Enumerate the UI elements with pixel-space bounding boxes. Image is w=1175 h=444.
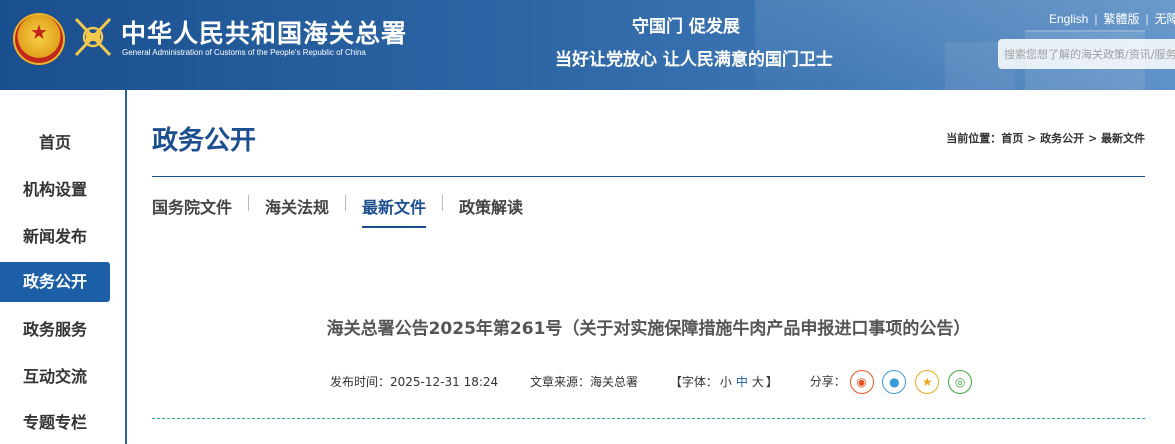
search-input[interactable] [998, 39, 1175, 69]
article-source: 文章来源：海关总署 [530, 373, 638, 390]
language-switcher: English | 繁體版 | 无障 [1049, 10, 1175, 27]
site-name[interactable]: 中华人民共和国海关总署 [121, 14, 407, 50]
font-size-close: 】 [765, 374, 778, 389]
site-name-english: General Administration of Customs of the… [122, 48, 366, 57]
article-title: 海关总署公告2025年第261号（关于对实施保障措施牛肉产品申报进口事项的公告） [326, 319, 971, 339]
publish-time: 发布时间：2025-12-31 18:24 [330, 373, 498, 390]
publish-time-value: 2025-12-31 18:24 [390, 374, 499, 389]
breadcrumb-home-link[interactable]: 首页 [1001, 132, 1023, 145]
divider [442, 195, 444, 211]
sidebar-item-services[interactable]: 政务服务 [0, 310, 110, 350]
national-emblem-icon: ★ [13, 13, 65, 65]
title-divider [152, 176, 1145, 177]
breadcrumb: 当前位置：首页 > 政务公开 > 最新文件 [946, 130, 1145, 146]
sidebar-item-topics[interactable]: 专题专栏 [0, 403, 110, 443]
lang-english-link[interactable]: English [1049, 12, 1088, 26]
divider [345, 195, 347, 211]
qq-icon[interactable]: ● [882, 370, 907, 394]
share-buttons: ◉ ● ★ ◎ [849, 370, 977, 394]
divider: | [1094, 12, 1098, 26]
tab-customs-regulations[interactable]: 海关法规 [265, 194, 329, 228]
source-value: 海关总署 [590, 374, 639, 389]
tab-state-council-documents[interactable]: 国务院文件 [152, 194, 232, 228]
article-meta: 发布时间：2025-12-31 18:24 文章来源：海关总署 【字体：小中大】… [330, 370, 977, 394]
sidebar-nav: 首页 机构设置 新闻发布 政务公开 政务服务 互动交流 专题专栏 [0, 90, 127, 444]
slogan-line-1: 守国门 促发展 [632, 17, 740, 37]
tab-policy-interpretation[interactable]: 政策解读 [459, 194, 523, 228]
page-title: 政务公开 [152, 126, 257, 156]
font-size-label: 【字体： [669, 374, 718, 389]
weibo-icon[interactable]: ◉ [849, 370, 874, 394]
content-divider [152, 418, 1145, 419]
qzone-icon[interactable]: ★ [915, 370, 940, 394]
sub-nav-tabs: 国务院文件 海关法规 最新文件 政策解读 [152, 194, 523, 228]
divider [248, 195, 250, 211]
breadcrumb-separator: > [1084, 132, 1101, 145]
breadcrumb-government-affairs-link[interactable]: 政务公开 [1040, 132, 1084, 145]
font-small-button[interactable]: 小 [720, 375, 732, 389]
font-size-control: 【字体：小中大】 [670, 373, 778, 390]
breadcrumb-latest-documents-link[interactable]: 最新文件 [1101, 132, 1145, 145]
tab-latest-documents[interactable]: 最新文件 [362, 194, 427, 228]
source-label: 文章来源： [529, 374, 590, 389]
font-large-button[interactable]: 大 [752, 375, 764, 389]
lang-accessible-link[interactable]: 无障 [1155, 12, 1175, 26]
sidebar-item-interaction[interactable]: 互动交流 [0, 357, 110, 397]
divider: | [1145, 12, 1149, 26]
sidebar-item-home[interactable]: 首页 [0, 123, 110, 163]
sidebar-item-government-affairs[interactable]: 政务公开 [0, 262, 110, 302]
search-box [998, 39, 1175, 69]
customs-emblem-icon [74, 17, 112, 57]
sidebar-item-news[interactable]: 新闻发布 [0, 217, 110, 257]
site-header: ★ 中华人民共和国海关总署 General Administration of … [0, 0, 1175, 90]
sidebar-item-organization[interactable]: 机构设置 [0, 170, 110, 210]
breadcrumb-separator: > [1023, 132, 1041, 145]
share-label: 分享： [809, 374, 846, 389]
slogan-line-2: 当好让党放心 让人民满意的国门卫士 [555, 50, 833, 70]
breadcrumb-prefix: 当前位置： [946, 132, 1002, 145]
font-medium-button[interactable]: 中 [736, 375, 748, 389]
wechat-icon[interactable]: ◎ [948, 370, 973, 394]
publish-time-label: 发布时间： [330, 374, 391, 389]
lang-traditional-link[interactable]: 繁體版 [1103, 12, 1139, 26]
